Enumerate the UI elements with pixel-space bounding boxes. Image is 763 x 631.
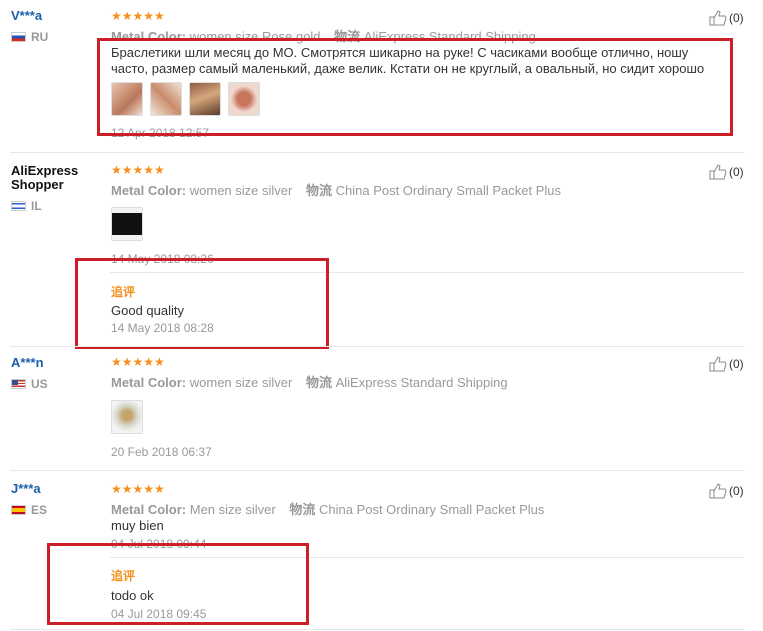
reviewer-country: US xyxy=(11,377,48,391)
thumbs-up-icon xyxy=(709,356,727,372)
review-meta: Metal Color: women size silver 物流 China … xyxy=(111,183,562,198)
reviewer-country: IL xyxy=(11,199,42,213)
review-divider xyxy=(10,470,745,471)
rating-stars: ★★★★★ xyxy=(111,163,165,177)
review-divider xyxy=(10,346,745,347)
thumbs-up-icon xyxy=(709,483,727,499)
rating-stars: ★★★★★ xyxy=(111,482,165,496)
review-divider xyxy=(10,152,745,153)
rating-stars: ★★★★★ xyxy=(111,9,165,23)
reviewer-country: ES xyxy=(11,503,47,517)
thumbs-up-icon xyxy=(709,164,727,180)
review-text: muy bien xyxy=(111,518,164,533)
rating-stars: ★★★★★ xyxy=(111,355,165,369)
annotation-box xyxy=(97,38,733,136)
helpful-button[interactable]: (0) xyxy=(709,483,744,499)
annotation-box xyxy=(47,543,309,625)
reviewer-name[interactable]: A***n xyxy=(11,355,44,370)
helpful-button[interactable]: (0) xyxy=(709,10,744,26)
reviewer-name[interactable]: J***a xyxy=(11,481,41,496)
flag-ru-icon xyxy=(11,32,26,42)
flag-us-icon xyxy=(11,379,26,389)
review-meta: Metal Color: women size silver 物流 AliExp… xyxy=(111,375,508,390)
helpful-button[interactable]: (0) xyxy=(709,164,744,180)
reviewer-name: AliExpress Shopper xyxy=(11,163,79,192)
flag-il-icon xyxy=(11,201,26,211)
thumbs-up-icon xyxy=(709,10,727,26)
review-photo[interactable] xyxy=(111,400,143,434)
helpful-button[interactable]: (0) xyxy=(709,356,744,372)
flag-es-icon xyxy=(11,505,26,515)
review-date: 20 Feb 2018 06:37 xyxy=(111,445,212,459)
review-divider xyxy=(10,629,745,630)
review-photo[interactable] xyxy=(111,207,143,241)
annotation-box xyxy=(75,258,329,349)
reviewer-country: RU xyxy=(11,30,48,44)
reviewer-name[interactable]: V***a xyxy=(11,8,42,23)
review-meta: Metal Color: Men size silver 物流 China Po… xyxy=(111,502,545,517)
